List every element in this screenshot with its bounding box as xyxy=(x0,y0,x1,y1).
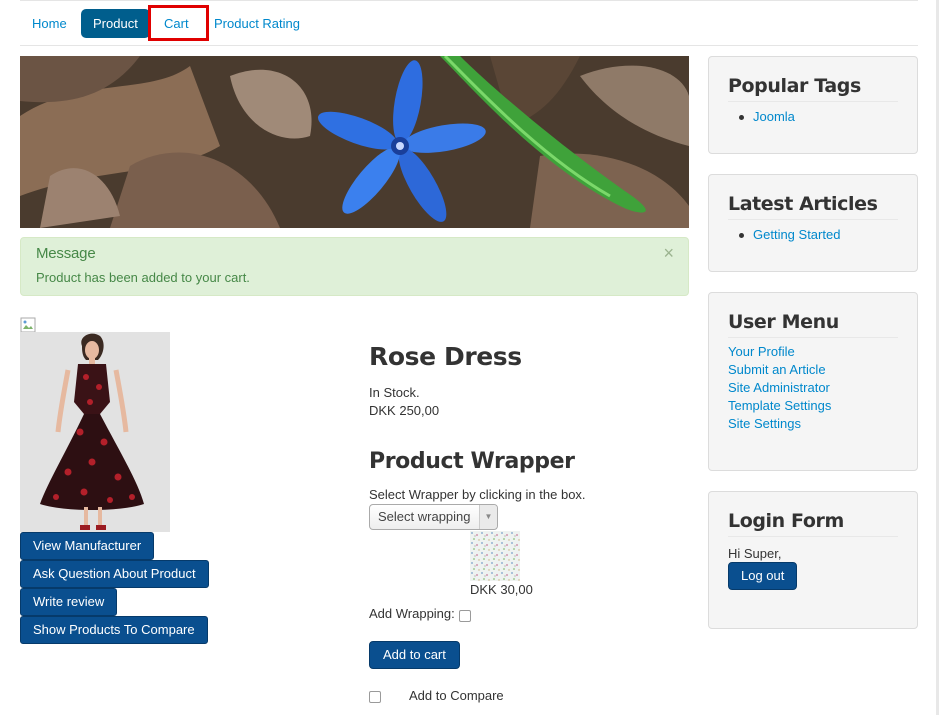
banner-image xyxy=(20,56,689,228)
add-wrapping-label: Add Wrapping: xyxy=(369,606,455,621)
article-list: Getting Started xyxy=(738,226,840,244)
view-manufacturer-button[interactable]: View Manufacturer xyxy=(20,532,155,560)
divider xyxy=(728,101,898,102)
menu-submit-article[interactable]: Submit an Article xyxy=(728,362,826,377)
cart-highlight-box xyxy=(148,5,209,41)
alert-heading: Message xyxy=(36,245,96,262)
nav-product-rating[interactable]: Product Rating xyxy=(202,9,312,38)
show-compare-button[interactable]: Show Products To Compare xyxy=(20,616,208,644)
tag-list: Joomla xyxy=(739,108,795,126)
stock-status: In Stock. xyxy=(369,385,420,400)
login-form-module: Login Form Hi Super, Log out xyxy=(708,491,918,629)
nav-home[interactable]: Home xyxy=(20,9,79,38)
wrapper-price: DKK 30,00 xyxy=(470,582,533,597)
divider xyxy=(728,219,898,220)
compare-label: Add to Compare xyxy=(409,688,504,703)
menu-template-settings[interactable]: Template Settings xyxy=(728,398,831,413)
wrapper-thumbnail[interactable] xyxy=(470,531,520,581)
add-to-cart-button[interactable]: Add to cart xyxy=(369,641,460,669)
latest-articles-title: Latest Articles xyxy=(728,193,878,215)
logout-button[interactable]: Log out xyxy=(728,562,798,590)
tag-joomla-link[interactable]: Joomla xyxy=(753,109,795,124)
popular-tags-title: Popular Tags xyxy=(728,75,861,97)
write-review-button[interactable]: Write review xyxy=(20,588,118,616)
ask-question-button[interactable]: Ask Question About Product xyxy=(20,560,209,588)
wrapper-title: Product Wrapper xyxy=(369,449,575,474)
article-getting-started-link[interactable]: Getting Started xyxy=(753,227,840,242)
chevron-down-icon: ▼ xyxy=(479,505,497,529)
user-menu-module: User Menu Your Profile Submit an Article… xyxy=(708,292,918,471)
success-message: Message Product has been added to your c… xyxy=(20,237,689,296)
menu-site-administrator[interactable]: Site Administrator xyxy=(728,380,830,395)
menu-site-settings[interactable]: Site Settings xyxy=(728,416,801,431)
login-greeting: Hi Super, xyxy=(728,546,782,561)
close-icon[interactable]: × xyxy=(663,243,674,264)
nav-product[interactable]: Product xyxy=(81,9,150,38)
product-photo[interactable] xyxy=(20,332,170,532)
alert-text: Product has been added to your cart. xyxy=(36,270,250,285)
popular-tags-module: Popular Tags Joomla xyxy=(708,56,918,154)
user-menu-title: User Menu xyxy=(728,311,839,333)
wrapping-select[interactable]: Select wrapping ▼ xyxy=(369,504,498,530)
wrapper-help-text: Select Wrapper by clicking in the box. xyxy=(369,487,586,502)
divider xyxy=(728,337,898,338)
login-form-title: Login Form xyxy=(728,510,844,532)
broken-image-icon xyxy=(20,317,36,333)
compare-checkbox[interactable] xyxy=(369,691,381,703)
product-title: Rose Dress xyxy=(369,342,522,371)
divider xyxy=(728,536,898,537)
menu-your-profile[interactable]: Your Profile xyxy=(728,344,795,359)
add-wrapping-checkbox[interactable] xyxy=(459,610,471,622)
latest-articles-module: Latest Articles Getting Started xyxy=(708,174,918,272)
product-price: DKK 250,00 xyxy=(369,403,440,418)
wrapping-select-value: Select wrapping xyxy=(378,509,471,524)
user-menu-list: Your Profile Submit an Article Site Admi… xyxy=(728,343,831,433)
